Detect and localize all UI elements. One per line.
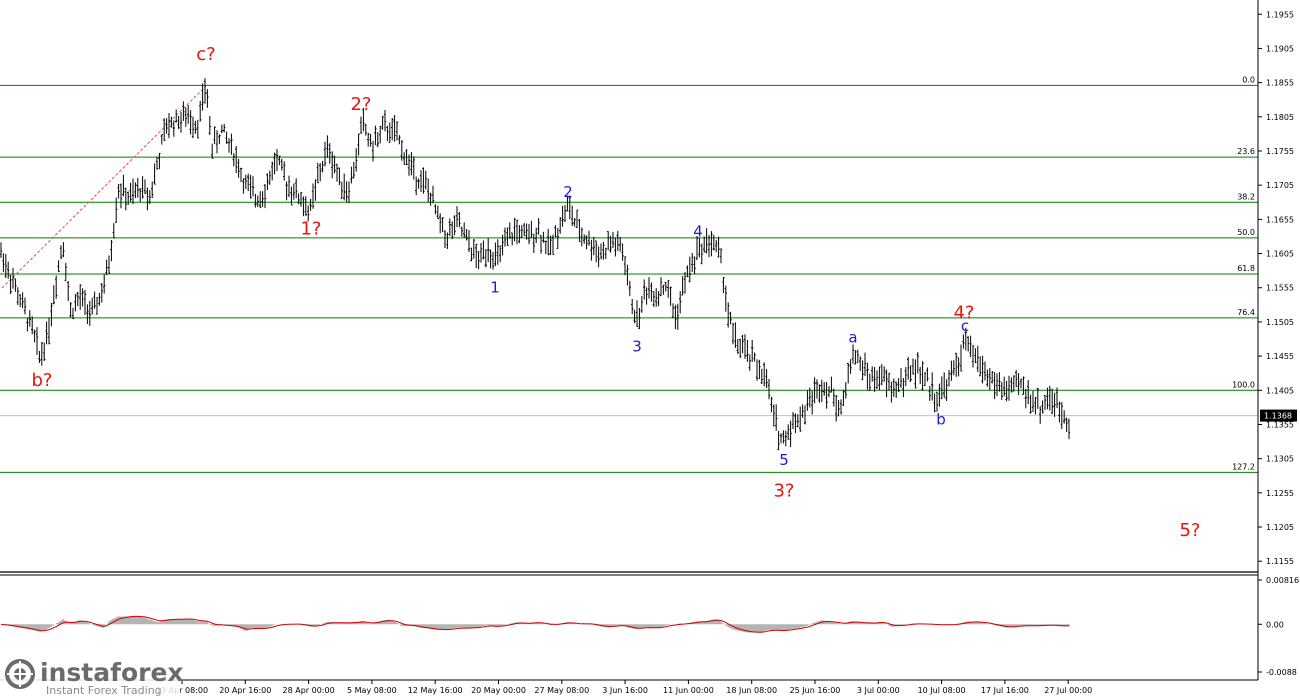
price-axis-label: 1.1355	[1266, 420, 1294, 429]
price-axis-label: 1.1655	[1266, 215, 1294, 224]
price-axis-label: 1.1805	[1266, 113, 1294, 122]
price-axis-label: 1.1205	[1266, 523, 1294, 532]
time-axis-label: 27 Jul 00:00	[1044, 686, 1092, 695]
price-axis-label: 1.1855	[1266, 79, 1294, 88]
time-axis-label: 3 Jul 00:00	[857, 686, 900, 695]
time-axis-label: 12 May 16:00	[408, 686, 463, 695]
wave-label: b?	[32, 370, 53, 391]
price-axis-label: 1.1405	[1266, 386, 1294, 395]
wave-label: 5	[779, 451, 789, 469]
instaforex-logo: instaforex Instant Forex Trading	[0, 654, 184, 700]
logo-tagline-text: Instant Forex Trading	[46, 684, 162, 697]
time-axis-label: 18 Jun 08:00	[726, 686, 777, 695]
logo-mark-icon	[5, 659, 35, 689]
wave-label: 1	[490, 279, 500, 297]
time-axis-label: 27 May 08:00	[534, 686, 589, 695]
time-axis-label: 20 Apr 16:00	[219, 686, 271, 695]
time-axis-label: 25 Jun 16:00	[790, 686, 841, 695]
fib-level-label: 23.6	[1237, 147, 1255, 156]
wave-label: 5?	[1179, 520, 1200, 541]
wave-label: 2?	[350, 94, 371, 115]
wave-label: 4	[693, 222, 703, 240]
current-price-badge: 1.1368	[1260, 409, 1297, 422]
price-axis-label: 1.1605	[1266, 250, 1294, 259]
macd-axis-label: -0.0088	[1266, 668, 1297, 677]
time-axis-label: 10 Jul 08:00	[918, 686, 966, 695]
price-axis-label: 1.1455	[1266, 352, 1294, 361]
fib-level-label: 50.0	[1237, 228, 1255, 237]
wave-label: b	[936, 410, 946, 428]
logo-brand-text: instaforex	[40, 658, 184, 687]
price-axis-label: 1.1755	[1266, 147, 1294, 156]
time-axis-label: 17 Jul 16:00	[981, 686, 1029, 695]
fib-level-label: 38.2	[1237, 192, 1255, 201]
macd-axis-label: 0.00	[1266, 620, 1284, 629]
price-axis-label: 1.1905	[1266, 44, 1294, 53]
time-axis-label: 5 May 08:00	[347, 686, 397, 695]
time-axis-label: 11 Jun 00:00	[663, 686, 714, 695]
fib-level-label: 61.8	[1237, 264, 1255, 273]
wave-label: 3?	[773, 480, 794, 501]
price-chart: 0.0 23.6 38.2 50.0 61.8 76.4 100.0 127.2 c? b? 2?…	[0, 0, 1300, 700]
fib-level-label: 100.0	[1232, 380, 1255, 389]
current-price-label: 1.1368	[1264, 412, 1292, 421]
wave-label: 3	[632, 337, 642, 355]
chart-background	[0, 0, 1300, 700]
price-axis-label: 1.1705	[1266, 181, 1294, 190]
wave-label: 2	[563, 183, 573, 201]
fib-level-label: 127.2	[1232, 462, 1255, 471]
fib-level-label: 0.0	[1242, 75, 1255, 84]
time-axis-label: 20 May 00:00	[471, 686, 526, 695]
price-axis-label: 1.1155	[1266, 557, 1294, 566]
wave-label: a	[848, 328, 857, 346]
time-axis-label: 3 Jun 16:00	[602, 686, 648, 695]
price-axis-label: 1.1955	[1266, 10, 1294, 19]
price-axis-label: 1.1255	[1266, 489, 1294, 498]
time-axis-label: 28 Apr 00:00	[283, 686, 335, 695]
wave-label: c	[961, 317, 969, 335]
price-axis-label: 1.1505	[1266, 318, 1294, 327]
fib-level-label: 76.4	[1237, 308, 1255, 317]
price-axis-label: 1.1555	[1266, 284, 1294, 293]
macd-axis-label: 0.00816	[1266, 576, 1299, 585]
wave-label: c?	[196, 44, 215, 65]
wave-label: 1?	[300, 218, 321, 239]
price-axis-label: 1.1305	[1266, 455, 1294, 464]
